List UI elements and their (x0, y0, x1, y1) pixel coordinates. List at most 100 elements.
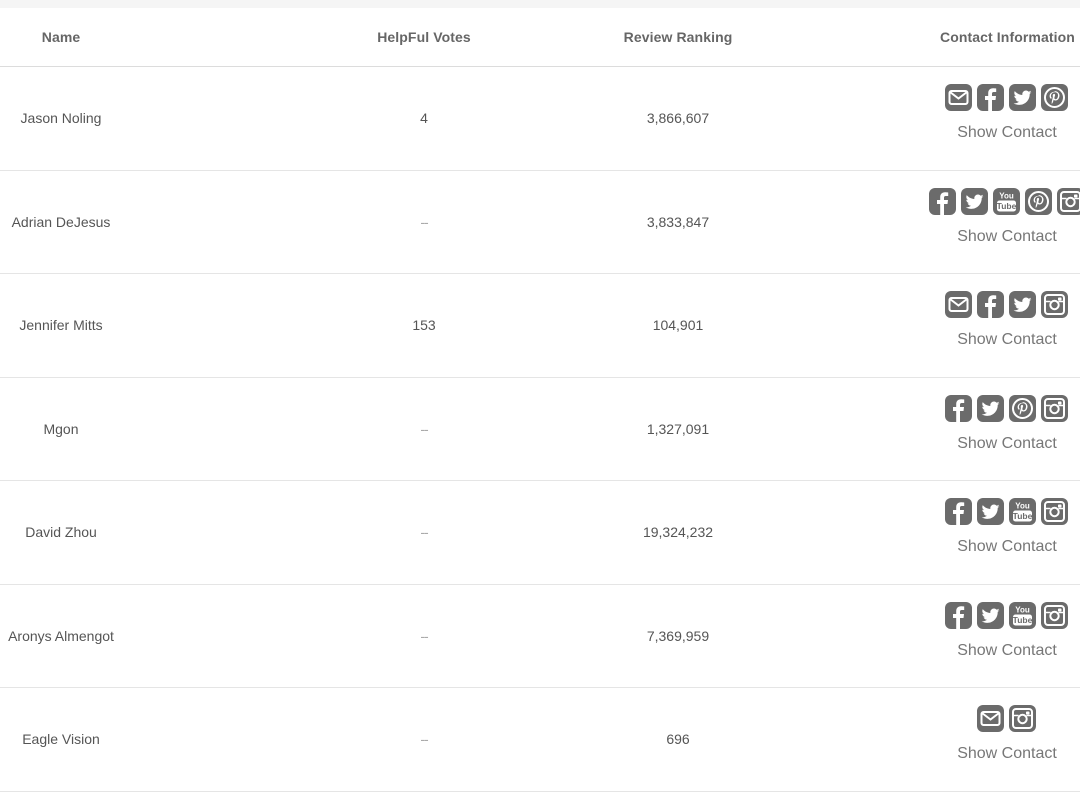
reviewer-name[interactable]: Jason Noling (0, 67, 122, 170)
youtube-icon[interactable]: You Tube (1008, 601, 1037, 630)
contact-block: Show Contact (934, 67, 1080, 170)
table-header-row: Name HelpFul Votes Review Ranking Contac… (0, 8, 1080, 67)
contact-block: You Tube Show Contact (934, 481, 1080, 584)
instagram-icon[interactable] (1056, 187, 1080, 216)
show-contact-link[interactable]: Show Contact (957, 745, 1057, 762)
instagram-icon[interactable] (1008, 704, 1037, 733)
twitter-icon[interactable] (976, 601, 1005, 630)
contact-block: Show Contact (934, 688, 1080, 791)
pinterest-icon[interactable] (1040, 83, 1069, 112)
twitter-icon[interactable] (1008, 83, 1037, 112)
table-body: Jason Noling 4 3,866,607 Show Contact Adrian… (0, 67, 1080, 792)
facebook-icon[interactable] (944, 601, 973, 630)
column-header-contact-information: Contact Information (940, 29, 1075, 45)
email-icon[interactable] (944, 290, 973, 319)
email-icon[interactable] (976, 704, 1005, 733)
helpful-votes-value: 153 (412, 317, 436, 334)
reviewer-name[interactable]: Mgon (0, 378, 122, 481)
reviewers-table: Name HelpFul Votes Review Ranking Contac… (0, 8, 1080, 792)
table-row: David Zhou -- 19,324,232 You Tube Show Contac… (0, 481, 1080, 585)
show-contact-wrapper: Show Contact (934, 642, 1080, 660)
helpful-votes-value: 4 (420, 110, 428, 127)
reviewer-name[interactable]: Eagle Vision (0, 688, 122, 791)
social-icons (944, 394, 1069, 424)
twitter-icon[interactable] (976, 394, 1005, 423)
contact-block: You Tube Show Contact (934, 585, 1080, 688)
pinterest-icon[interactable] (1008, 394, 1037, 423)
show-contact-link[interactable]: Show Contact (957, 642, 1057, 659)
contact-information-cell: Show Contact (934, 274, 1080, 377)
review-ranking-value: 7,369,959 (646, 627, 710, 644)
social-icons (944, 83, 1069, 113)
youtube-icon[interactable]: You Tube (992, 187, 1021, 216)
instagram-icon[interactable] (1040, 394, 1069, 423)
twitter-icon[interactable] (960, 187, 989, 216)
show-contact-link[interactable]: Show Contact (957, 435, 1057, 452)
contact-block: You Tube Show Contact (929, 171, 1080, 274)
contact-information-cell: You Tube Show Contact (929, 171, 1080, 274)
facebook-icon[interactable] (944, 394, 973, 423)
helpful-votes-value: -- (420, 731, 428, 748)
show-contact-link[interactable]: Show Contact (957, 331, 1057, 348)
show-contact-link[interactable]: Show Contact (957, 124, 1057, 141)
review-ranking-value: 104,901 (652, 317, 704, 334)
svg-text:You: You (1015, 605, 1030, 614)
top-strip (0, 0, 1080, 8)
facebook-icon[interactable] (928, 187, 957, 216)
column-header-helpful-votes[interactable]: HelpFul Votes (324, 8, 524, 66)
facebook-icon[interactable] (976, 83, 1005, 112)
table-row: Mgon -- 1,327,091 Show Contact (0, 378, 1080, 481)
social-icons: You Tube (944, 497, 1069, 527)
show-contact-wrapper: Show Contact (934, 745, 1080, 763)
svg-text:Tube: Tube (997, 201, 1017, 211)
contact-information-cell: Show Contact (934, 688, 1080, 791)
instagram-icon[interactable] (1040, 497, 1069, 526)
twitter-icon[interactable] (1008, 290, 1037, 319)
reviewer-name[interactable]: David Zhou (0, 481, 122, 584)
pinterest-icon[interactable] (1024, 187, 1053, 216)
review-ranking-value: 696 (666, 731, 690, 748)
youtube-icon[interactable]: You Tube (1008, 497, 1037, 526)
twitter-icon[interactable] (976, 497, 1005, 526)
show-contact-link[interactable]: Show Contact (957, 228, 1057, 245)
column-header-review-ranking[interactable]: Review Ranking (578, 8, 778, 66)
contact-information-cell: Show Contact (934, 67, 1080, 170)
reviewer-name[interactable]: Adrian DeJesus (0, 171, 122, 274)
contact-block: Show Contact (934, 274, 1080, 377)
review-ranking-value: 19,324,232 (642, 524, 714, 541)
table-row: Aronys Almengot -- 7,369,959 You Tube Show Co… (0, 585, 1080, 688)
helpful-votes-value: -- (420, 524, 428, 541)
svg-text:You: You (999, 191, 1014, 200)
reviewer-name[interactable]: Jennifer Mitts (0, 274, 122, 377)
show-contact-wrapper: Show Contact (934, 228, 1080, 246)
social-icons (976, 704, 1037, 734)
table-row: Jennifer Mitts 153 104,901 Show Contact (0, 274, 1080, 378)
svg-text:Tube: Tube (1012, 511, 1032, 521)
helpful-votes-value: -- (420, 213, 428, 230)
contact-information-cell: You Tube Show Contact (934, 481, 1080, 584)
table-row: Eagle Vision -- 696 Show Contact (0, 688, 1080, 792)
column-header-name[interactable]: Name (0, 8, 122, 66)
svg-text:You: You (1015, 502, 1030, 511)
review-ranking-value: 3,833,847 (646, 213, 710, 230)
contact-information-cell: Show Contact (934, 378, 1080, 481)
reviewer-name[interactable]: Aronys Almengot (0, 585, 122, 688)
review-ranking-value: 3,866,607 (646, 110, 710, 127)
facebook-icon[interactable] (944, 497, 973, 526)
contact-information-cell: You Tube Show Contact (934, 585, 1080, 688)
helpful-votes-value: -- (420, 420, 428, 437)
instagram-icon[interactable] (1040, 290, 1069, 319)
show-contact-wrapper: Show Contact (934, 331, 1080, 349)
social-icons (944, 290, 1069, 320)
facebook-icon[interactable] (976, 290, 1005, 319)
instagram-icon[interactable] (1040, 601, 1069, 630)
table-row: Jason Noling 4 3,866,607 Show Contact (0, 67, 1080, 171)
show-contact-wrapper: Show Contact (934, 435, 1080, 453)
contact-block: Show Contact (934, 378, 1080, 481)
svg-text:Tube: Tube (1012, 615, 1032, 625)
review-ranking-value: 1,327,091 (646, 420, 710, 437)
email-icon[interactable] (944, 83, 973, 112)
helpful-votes-value: -- (420, 627, 428, 644)
show-contact-link[interactable]: Show Contact (957, 538, 1057, 555)
social-icons: You Tube (944, 601, 1069, 631)
